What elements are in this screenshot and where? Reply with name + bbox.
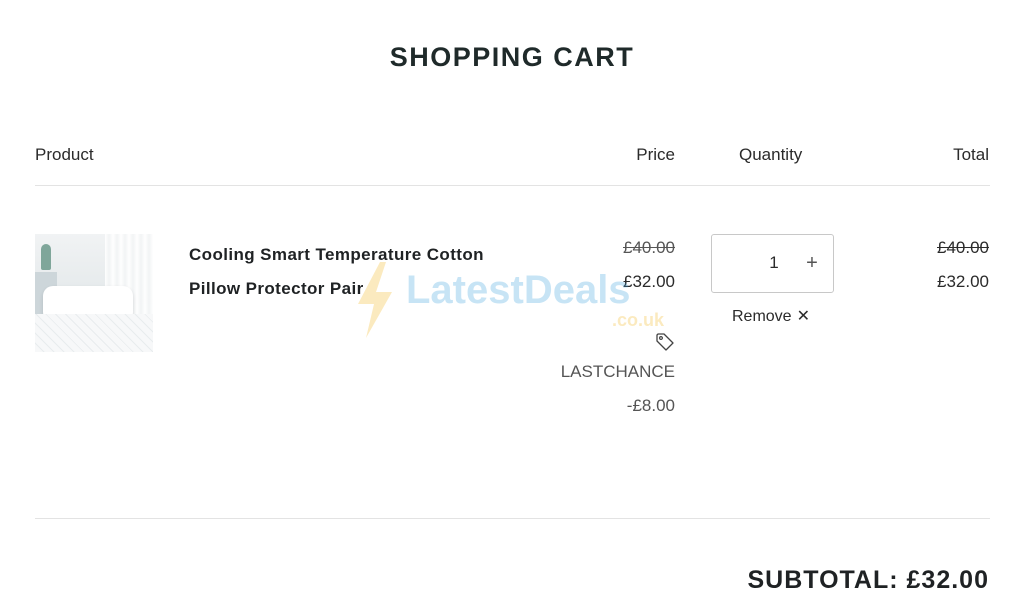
column-header-quantity: Quantity xyxy=(739,145,803,164)
product-name-link[interactable]: Cooling Smart Temperature Cotton Pillow … xyxy=(189,238,519,306)
line-total-sale: £32.00 xyxy=(937,272,989,291)
sale-price: £32.00 xyxy=(623,272,675,291)
discount-code: LASTCHANCE xyxy=(560,362,675,381)
product-image[interactable] xyxy=(35,234,153,352)
product-name-line-2: Pillow Protector Pair xyxy=(189,279,364,298)
quantity-stepper[interactable]: 1 + xyxy=(711,234,834,293)
close-icon: ✕ xyxy=(796,308,810,325)
line-total-original: £40.00 xyxy=(937,238,989,257)
quantity-increase-button[interactable]: + xyxy=(800,249,824,277)
column-header-total: Total xyxy=(953,145,989,164)
cart-divider xyxy=(35,518,990,519)
table-header-divider xyxy=(35,185,990,186)
discount-amount: -£8.00 xyxy=(626,396,675,415)
column-header-product: Product xyxy=(35,145,94,164)
quantity-input[interactable]: 1 xyxy=(760,253,788,273)
product-name-line-1: Cooling Smart Temperature Cotton xyxy=(189,245,484,264)
remove-label: Remove xyxy=(732,308,792,325)
column-header-price: Price xyxy=(636,145,675,164)
subtotal: SUBTOTAL: £32.00 xyxy=(747,566,989,594)
original-price: £40.00 xyxy=(623,238,675,257)
page-title: SHOPPING CART xyxy=(389,42,635,72)
tag-icon xyxy=(655,332,675,352)
watermark-subtext: .co.uk xyxy=(612,310,665,330)
remove-button[interactable]: Remove ✕ xyxy=(732,306,810,326)
